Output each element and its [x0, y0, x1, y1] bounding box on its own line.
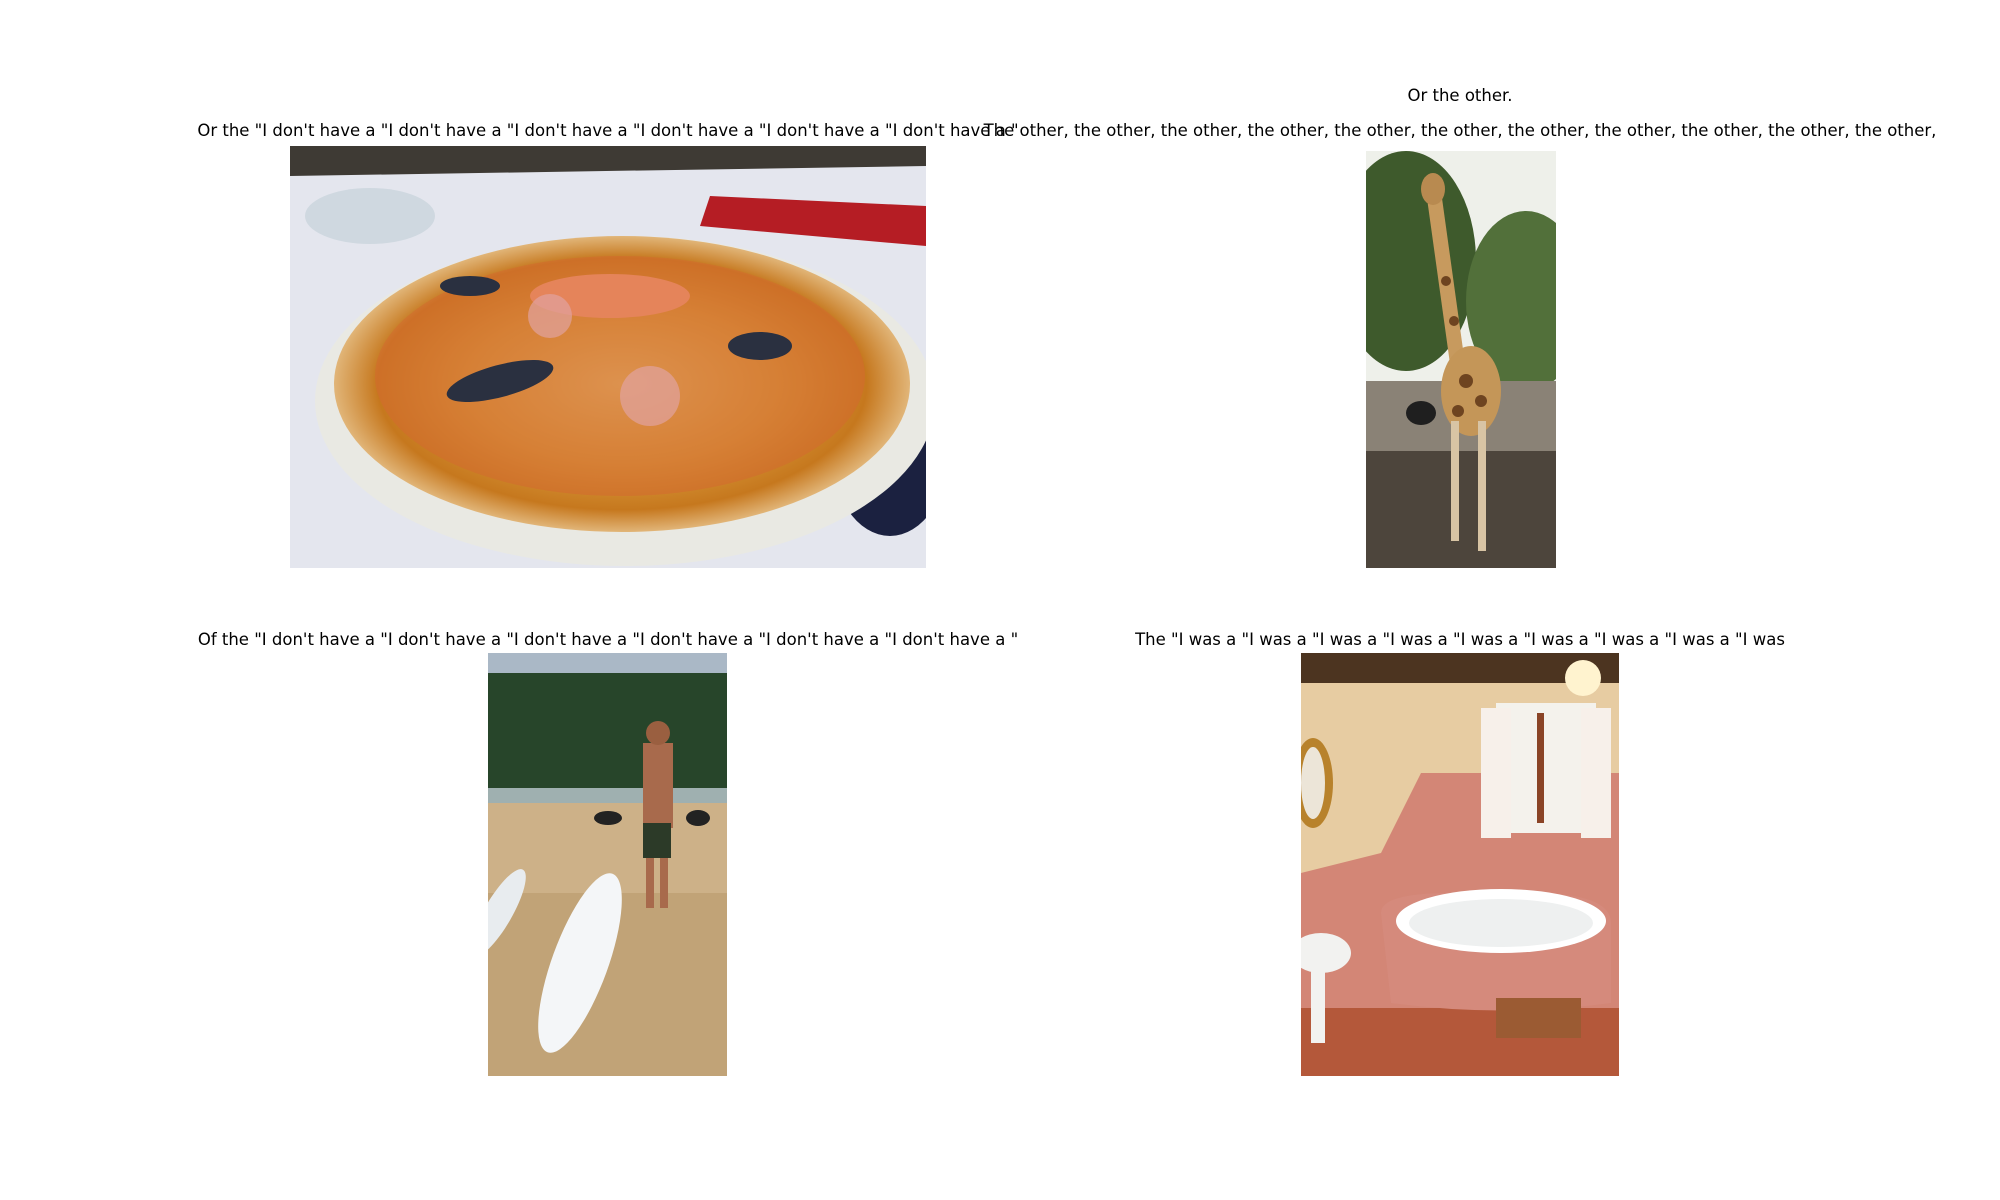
- giraffe-photo: [1366, 151, 1556, 568]
- panel-1-caption: Or the "I don't have a "I don't have a "…: [197, 121, 1019, 140]
- panel-2-caption-title: Or the other.: [1407, 86, 1513, 105]
- panel-4-caption: The "I was a "I was a "I was a "I was a …: [1135, 630, 1785, 649]
- panel-2-caption: The other, the other, the other, the oth…: [983, 121, 1937, 140]
- bathroom-photo: [1301, 653, 1619, 1076]
- panel-3-caption: Of the "I don't have a "I don't have a "…: [197, 630, 1019, 649]
- pizza-photo: [290, 146, 926, 568]
- surfer-beach-photo: [488, 653, 727, 1076]
